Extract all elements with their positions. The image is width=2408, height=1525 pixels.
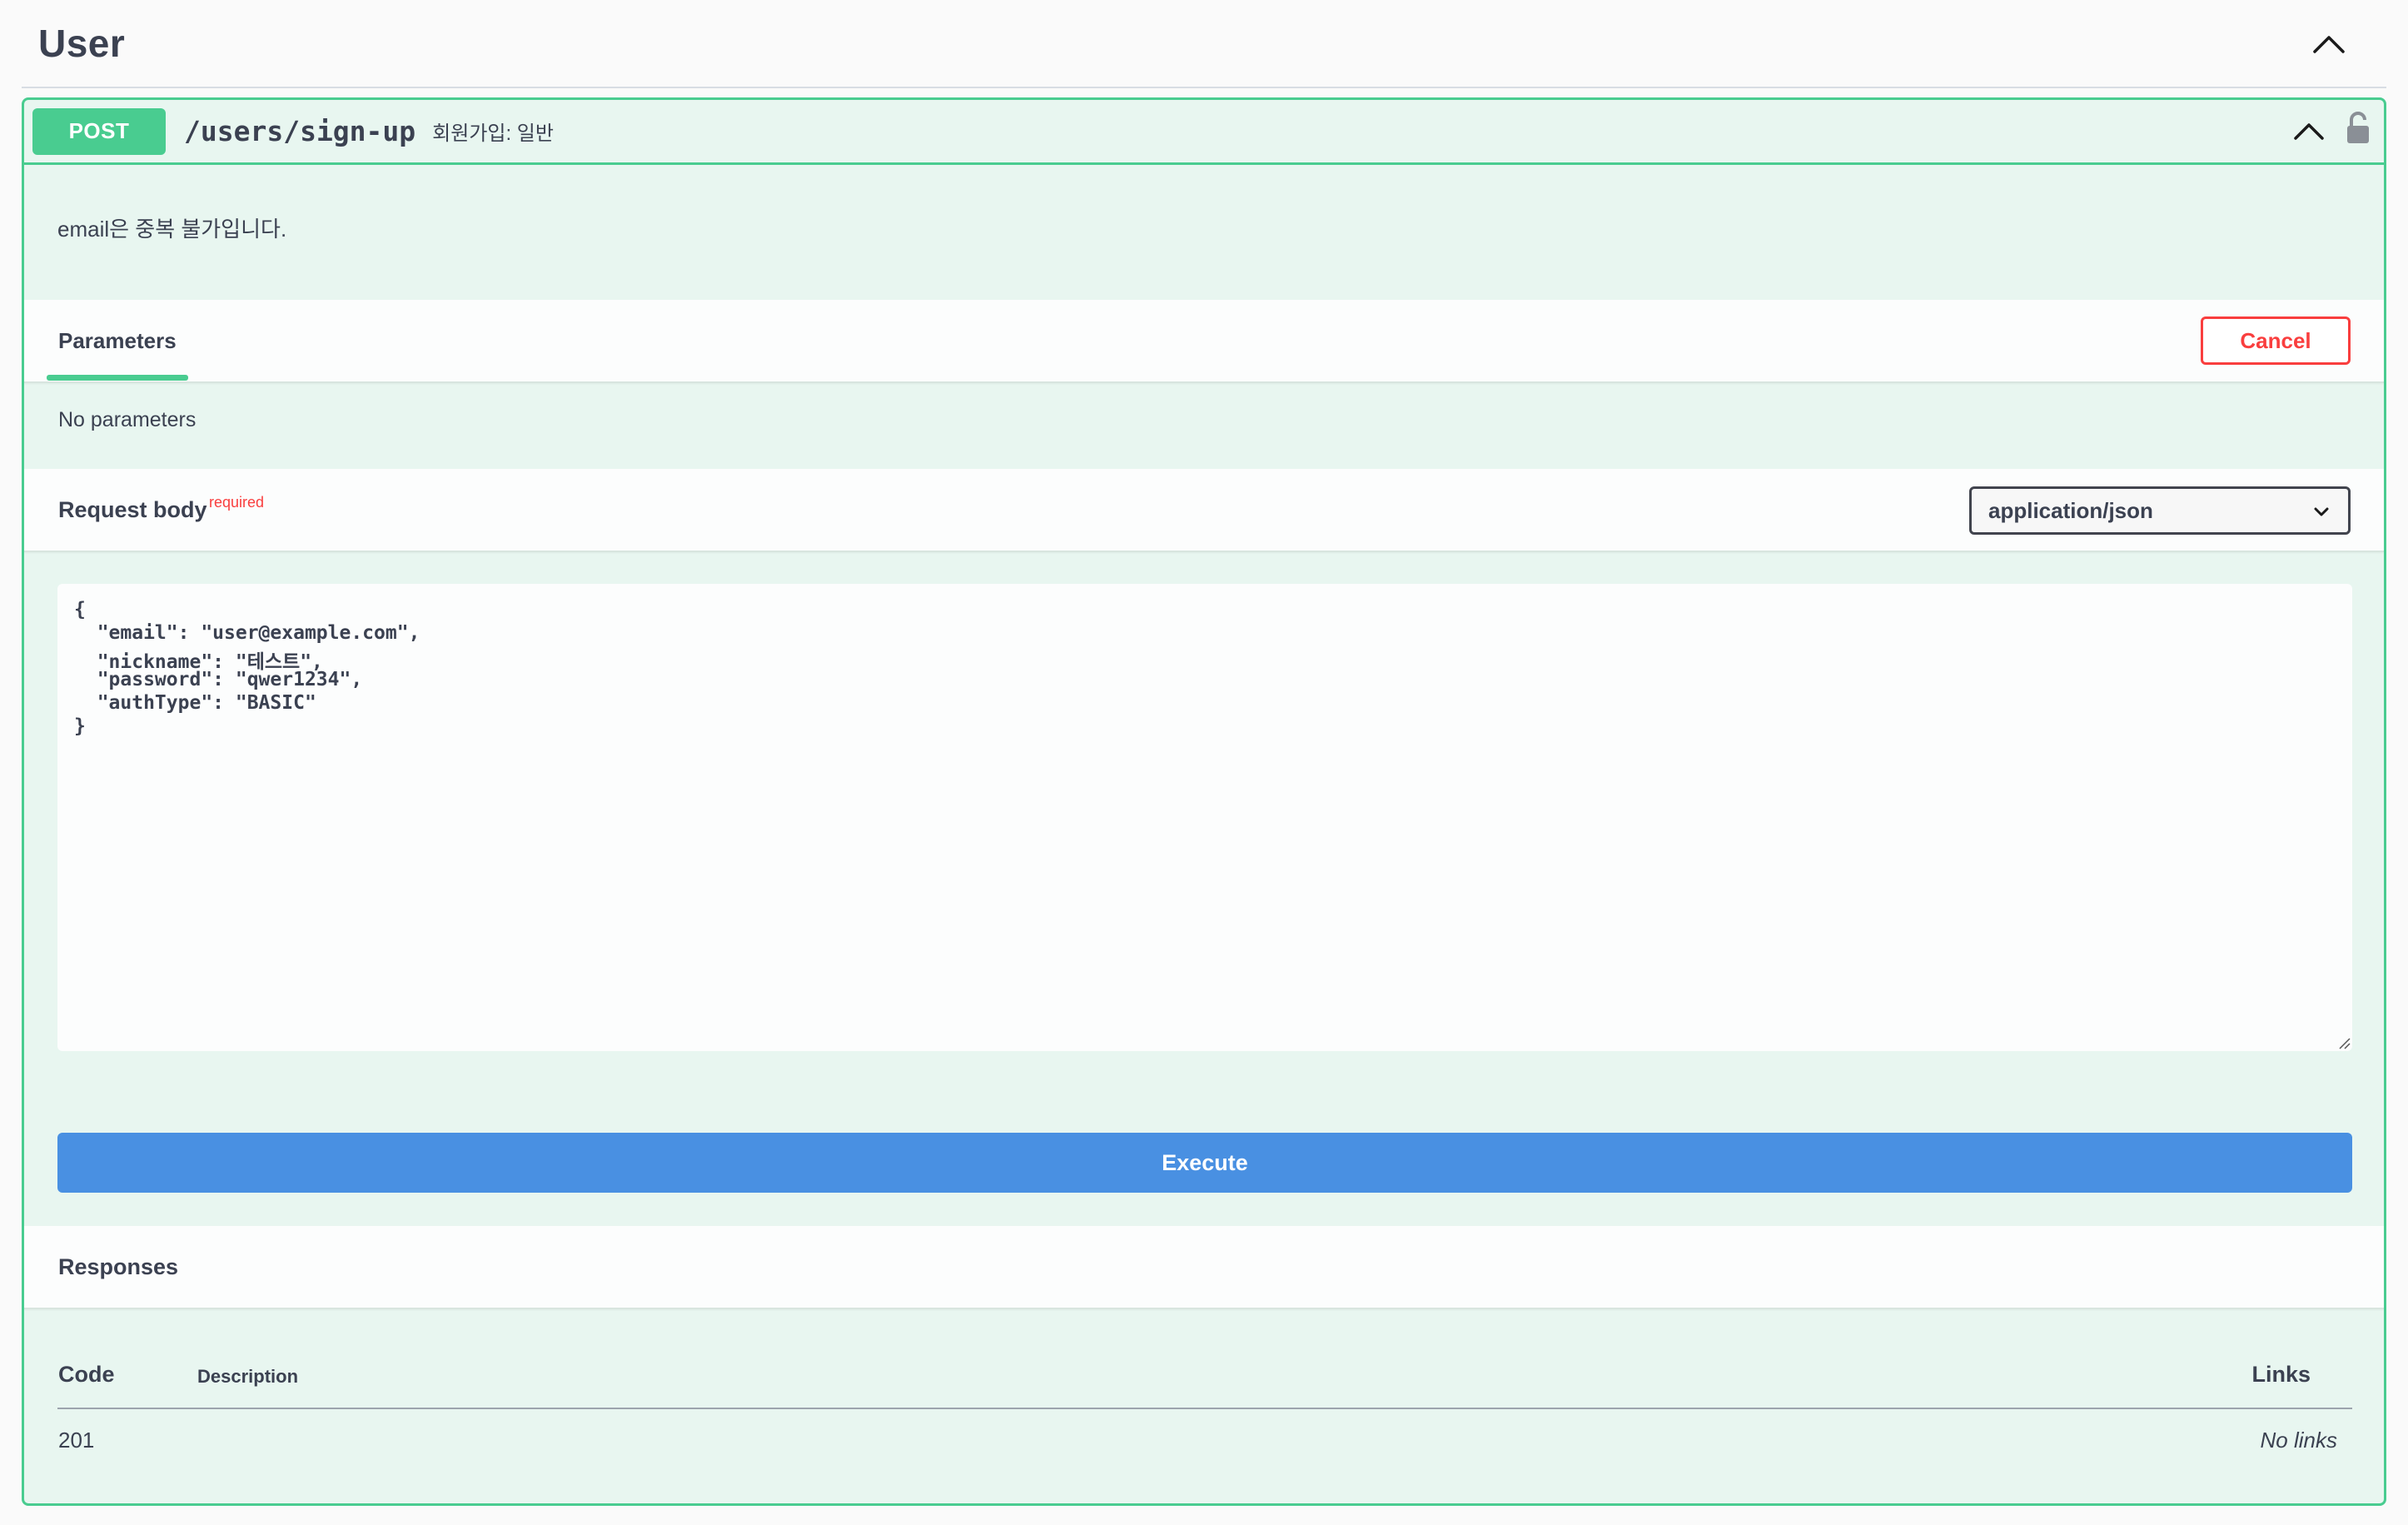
column-header-description: Description bbox=[197, 1366, 299, 1387]
cancel-button[interactable]: Cancel bbox=[2201, 316, 2351, 365]
chevron-up-icon[interactable] bbox=[2310, 25, 2348, 63]
operation-summary-text: 회원가입: 일반 bbox=[432, 122, 554, 145]
responses-header: Responses bbox=[24, 1226, 2384, 1309]
operation-summary[interactable]: POST /users/sign-up 회원가입: 일반 bbox=[24, 100, 2384, 165]
content-type-select[interactable]: application/json bbox=[1969, 486, 2351, 535]
section-title: User bbox=[38, 22, 126, 65]
column-header-links: Links bbox=[2251, 1362, 2311, 1387]
operation-block-post-sign-up: POST /users/sign-up 회원가입: 일반 email은 중복 불… bbox=[22, 97, 2386, 1506]
table-header-divider bbox=[57, 1408, 2352, 1409]
lock-open-icon[interactable] bbox=[2346, 112, 2371, 145]
code-line: } bbox=[74, 715, 86, 737]
code-line: "password": "qwer1234", bbox=[74, 669, 363, 690]
responses-title: Responses bbox=[58, 1254, 179, 1279]
response-links: No links bbox=[2260, 1428, 2337, 1453]
request-body-title: Request body bbox=[58, 497, 207, 522]
tab-parameters[interactable]: Parameters bbox=[58, 328, 177, 354]
code-line: "email": "user@example.com", bbox=[74, 622, 420, 644]
code-line: { bbox=[74, 599, 86, 620]
execute-button[interactable]: Execute bbox=[57, 1133, 2352, 1193]
chevron-up-icon[interactable] bbox=[2292, 115, 2326, 148]
method-badge: POST bbox=[32, 107, 166, 155]
code-line: "authType": "BASIC" bbox=[74, 692, 316, 714]
required-label: required bbox=[209, 494, 265, 511]
content-type-value: application/json bbox=[1988, 497, 2153, 523]
column-header-code: Code bbox=[58, 1362, 115, 1387]
parameters-header: Parameters Cancel bbox=[24, 300, 2384, 383]
chevron-down-icon bbox=[2314, 507, 2329, 516]
resize-handle-icon[interactable] bbox=[2337, 1036, 2351, 1049]
operation-path: /users/sign-up bbox=[184, 115, 416, 147]
request-body-textarea[interactable]: { "email": "user@example.com", "nickname… bbox=[57, 584, 2352, 1051]
tab-active-indicator bbox=[47, 375, 188, 381]
operation-description: email은 중복 불가입니다. bbox=[57, 217, 287, 242]
request-body-header: Request body required application/json bbox=[24, 469, 2384, 552]
no-parameters-text: No parameters bbox=[58, 408, 197, 431]
section-header-user[interactable]: User bbox=[22, 0, 2386, 88]
response-code: 201 bbox=[58, 1428, 95, 1453]
